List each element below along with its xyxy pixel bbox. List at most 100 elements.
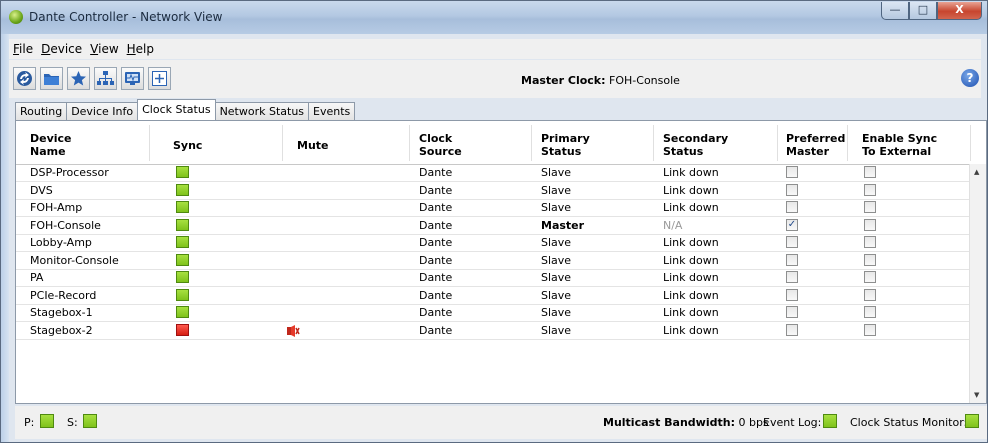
device-name-cell: FOH-Amp: [30, 201, 83, 214]
enable-sync-checkbox[interactable]: [864, 218, 876, 231]
help-icon[interactable]: ?: [961, 69, 979, 87]
primary-indicator-label: P:: [24, 416, 35, 429]
header-sync[interactable]: Sync: [173, 139, 202, 152]
secondary-status-cell: Link down: [663, 236, 719, 249]
secondary-status-cell: Link down: [663, 271, 719, 284]
preferred-master-checkbox[interactable]: [786, 166, 798, 178]
secondary-status-cell: N/A: [663, 218, 683, 232]
column-divider: [970, 125, 971, 161]
enable-sync-checkbox[interactable]: [864, 201, 876, 213]
open-button[interactable]: [40, 67, 63, 90]
clock-source-cell: Dante: [419, 201, 453, 214]
primary-status-cell: Slave: [541, 323, 572, 337]
table-row[interactable]: DSP-Processor Dante Slave Link down: [16, 164, 972, 182]
primary-status-cell: Slave: [541, 271, 572, 284]
column-divider: [149, 125, 150, 161]
table-row[interactable]: Stagebox-2 Dante Slave Link down: [16, 322, 972, 340]
header-clock-source[interactable]: Clock Source: [419, 132, 462, 158]
sync-status-led: [176, 323, 189, 336]
table-row[interactable]: FOH-Console Dante Master N/A ✓: [16, 217, 972, 235]
enable-sync-checkbox[interactable]: [864, 271, 876, 283]
menu-view[interactable]: View: [86, 42, 122, 56]
table-row[interactable]: PA Dante Slave Link down: [16, 269, 972, 287]
device-name-cell: FOH-Console: [30, 218, 101, 232]
window-title: Dante Controller - Network View: [29, 10, 223, 24]
preferred-master-checkbox[interactable]: ✓: [786, 218, 798, 231]
clock-source-cell: Dante: [419, 218, 453, 232]
scroll-up-icon[interactable]: ▲: [974, 168, 979, 176]
preferred-master-checkbox[interactable]: [786, 253, 798, 266]
mute-icon: [286, 324, 300, 340]
monitor-button[interactable]: [121, 67, 144, 90]
preferred-master-checkbox[interactable]: [786, 271, 798, 283]
close-button[interactable]: X: [937, 2, 982, 20]
header-mute[interactable]: Mute: [297, 139, 329, 152]
enable-sync-checkbox[interactable]: [864, 253, 876, 266]
minimize-button[interactable]: —: [881, 2, 909, 20]
preferred-master-checkbox[interactable]: [786, 323, 798, 336]
tab-events[interactable]: Events: [308, 102, 356, 120]
device-name-cell: DVS: [30, 183, 53, 197]
device-name-cell: PCIe-Record: [30, 288, 97, 302]
header-enable-sync[interactable]: Enable Sync To External: [862, 132, 937, 158]
tab-device-info[interactable]: Device Info: [66, 102, 139, 120]
table-row[interactable]: FOH-Amp Dante Slave Link down: [16, 199, 972, 217]
menu-file[interactable]: File: [9, 42, 37, 56]
primary-status-cell: Slave: [541, 166, 572, 179]
preferred-master-checkbox[interactable]: [786, 306, 798, 318]
maximize-button[interactable]: □: [909, 2, 937, 20]
column-divider: [847, 125, 848, 161]
primary-status-cell: Slave: [541, 253, 572, 267]
preferred-master-checkbox[interactable]: [786, 183, 798, 196]
folder-icon: [44, 74, 59, 85]
column-divider: [282, 125, 283, 161]
vertical-scrollbar[interactable]: ▲ ▼: [969, 164, 986, 403]
network-button[interactable]: [94, 67, 117, 90]
scroll-down-icon[interactable]: ▼: [974, 391, 979, 399]
enable-sync-checkbox[interactable]: [864, 183, 876, 196]
add-button[interactable]: [148, 67, 171, 90]
clock-source-cell: Dante: [419, 166, 453, 179]
preferred-master-checkbox[interactable]: [786, 236, 798, 248]
header-preferred-master[interactable]: Preferred Master: [786, 132, 845, 158]
secondary-status-cell: Link down: [663, 201, 719, 214]
preferred-master-checkbox[interactable]: [786, 288, 798, 301]
enable-sync-checkbox[interactable]: [864, 166, 876, 178]
refresh-button[interactable]: [13, 67, 36, 90]
primary-status-cell: Master: [541, 218, 585, 232]
enable-sync-checkbox[interactable]: [864, 323, 876, 336]
primary-status-cell: Slave: [541, 288, 572, 302]
table-row[interactable]: Lobby-Amp Dante Slave Link down: [16, 234, 972, 252]
clock-status-monitor-label: Clock Status Monitor:: [850, 416, 968, 429]
tab-network-status[interactable]: Network Status: [214, 102, 310, 120]
table-row[interactable]: DVS Dante Slave Link down: [16, 182, 972, 200]
header-device-name[interactable]: Device Name: [30, 132, 72, 158]
favorites-button[interactable]: [67, 67, 90, 90]
monitor-icon: [125, 72, 140, 85]
menu-help[interactable]: Help: [123, 42, 158, 56]
title-bar: Dante Controller - Network View — □ X: [1, 1, 987, 34]
toolbar: Master Clock: FOH-Console ?: [9, 60, 981, 98]
clock-status-panel: Device Name Sync Mute Clock Source Primary…: [15, 120, 987, 404]
clock-status-monitor-led[interactable]: [965, 414, 979, 428]
enable-sync-checkbox[interactable]: [864, 306, 876, 318]
enable-sync-checkbox[interactable]: [864, 236, 876, 248]
preferred-master-checkbox[interactable]: [786, 201, 798, 213]
secondary-status-cell: Link down: [663, 306, 719, 319]
menu-device[interactable]: Device: [37, 42, 86, 56]
master-clock-indicator: Master Clock: FOH-Console: [521, 74, 680, 87]
header-secondary-status[interactable]: Secondary Status: [663, 132, 728, 158]
table-row[interactable]: PCIe-Record Dante Slave Link down: [16, 287, 972, 305]
secondary-status-cell: Link down: [663, 323, 719, 337]
secondary-status-led: [83, 414, 97, 428]
table-row[interactable]: Monitor-Console Dante Slave Link down: [16, 252, 972, 270]
add-icon: [152, 71, 167, 86]
tab-clock-status[interactable]: Clock Status: [137, 99, 216, 120]
table-row[interactable]: Stagebox-1 Dante Slave Link down: [16, 304, 972, 322]
clock-source-cell: Dante: [419, 183, 453, 197]
tab-bar: Routing Device Info Clock Status Network…: [15, 99, 356, 120]
event-log-led[interactable]: [823, 414, 837, 428]
enable-sync-checkbox[interactable]: [864, 288, 876, 301]
header-primary-status[interactable]: Primary Status: [541, 132, 590, 158]
tab-routing[interactable]: Routing: [15, 102, 68, 120]
